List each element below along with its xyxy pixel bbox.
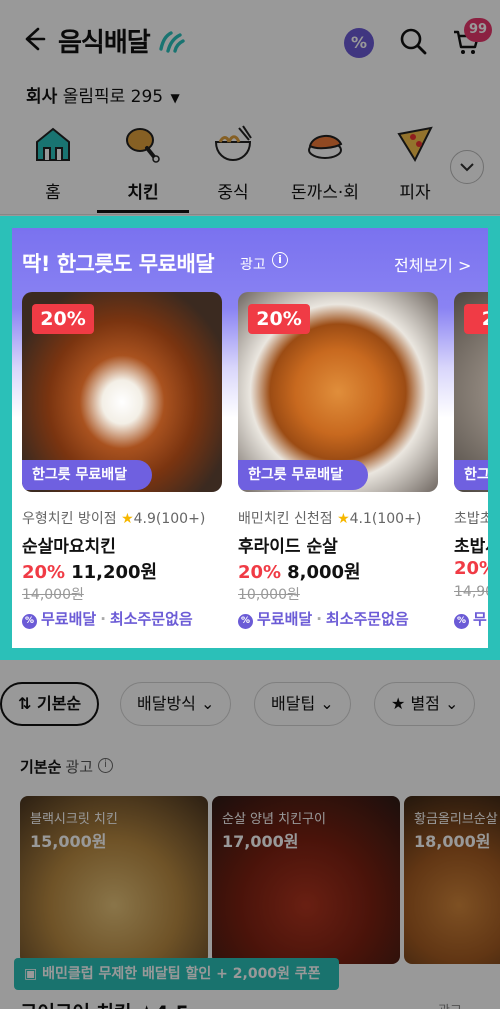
free-delivery-tag: 한그릇 무료배달 bbox=[238, 460, 368, 490]
category-tabs: 홈 치킨 중식 돈까스·회 피자 bbox=[0, 118, 500, 216]
store-info: 우형치킨 방이점 ★4.9(100+) bbox=[22, 511, 206, 527]
tab-chinese[interactable]: 중식 bbox=[188, 118, 278, 216]
star-icon: ★ bbox=[121, 511, 134, 527]
discount-badge-icon[interactable]: % bbox=[344, 28, 374, 58]
more-categories-button[interactable] bbox=[450, 150, 484, 184]
food-image: 20% 한그릇 무료배달 bbox=[22, 292, 222, 492]
chicken-icon bbox=[126, 128, 160, 163]
noodle-icon bbox=[214, 125, 252, 162]
address-label: 회사 bbox=[26, 87, 58, 107]
delivery-method-chip[interactable]: 배달방식 ⌄ bbox=[120, 682, 232, 726]
filter-bar: ⇅ 기본순 배달방식 ⌄ 배달팁 ⌄ ★ 별점 ⌄ bbox=[0, 682, 500, 728]
view-all-link[interactable]: 전체보기 > bbox=[394, 252, 471, 276]
delivery-tags: % 무료배달 · 최소주문없음 bbox=[238, 608, 409, 629]
top-bar: 음식배달 % 99 bbox=[0, 0, 500, 72]
food-image: 20 한그 bbox=[454, 292, 488, 492]
chevron-down-icon bbox=[460, 163, 474, 172]
title-logo-icon bbox=[150, 28, 186, 58]
highlight-frame: 딱! 한그릇도 무료배달 광고 i 전체보기 > 20% 한그릇 무료배달 우형… bbox=[0, 216, 500, 660]
caret-down-icon: ▼ bbox=[170, 91, 180, 105]
tab-label: 홈 bbox=[45, 183, 61, 203]
info-icon[interactable]: i bbox=[272, 252, 288, 268]
price: 20% 11,200원 bbox=[22, 562, 158, 583]
menu-name: 초밥세 bbox=[454, 537, 488, 557]
delivery-tags: % 무료배달 · 최소주문없음 bbox=[22, 608, 193, 629]
delivery-tags: % 무 bbox=[454, 608, 487, 629]
free-delivery-tag: 한그 bbox=[454, 460, 488, 490]
star-icon: ★ bbox=[337, 511, 350, 527]
chevron-down-icon: ⌄ bbox=[200, 694, 215, 713]
info-icon[interactable]: i bbox=[98, 758, 113, 773]
list-section-label: 기본순 광고 bbox=[20, 758, 94, 776]
menu-name: 순살마요치킨 bbox=[22, 537, 116, 557]
ad-label: 광고 bbox=[240, 257, 266, 273]
ad-label: 광고 bbox=[438, 1000, 462, 1009]
chevron-down-icon: ⌄ bbox=[320, 694, 334, 713]
tab-cutlet-sashimi[interactable]: 돈까스·회 bbox=[280, 118, 370, 216]
discount-badge: 20% bbox=[248, 304, 310, 334]
deal-card[interactable]: 20% 한그릇 무료배달 배민치킨 신천점 ★4.1(100+) 후라이드 순살… bbox=[238, 292, 438, 632]
tab-label: 돈까스·회 bbox=[291, 183, 359, 203]
store-name[interactable]: 구어구어 치킨 ★4.5 bbox=[20, 998, 189, 1009]
tab-pizza[interactable]: 피자 bbox=[370, 118, 460, 216]
free-delivery-banner: 딱! 한그릇도 무료배달 광고 i 전체보기 > 20% 한그릇 무료배달 우형… bbox=[12, 228, 488, 648]
store-info: 배민치킨 신천점 ★4.1(100+) bbox=[238, 511, 422, 527]
sushi-icon bbox=[308, 135, 343, 159]
page-title: 음식배달 bbox=[58, 22, 186, 59]
deal-card[interactable]: 20% 한그릇 무료배달 우형치킨 방이점 ★4.9(100+) 순살마요치킨 … bbox=[22, 292, 222, 632]
cart-count-badge: 99 bbox=[464, 18, 492, 42]
discount-circle-icon: % bbox=[238, 614, 253, 629]
deal-card[interactable]: 20 한그 초밥초 초밥세 20% 14,90 %무 bbox=[454, 292, 488, 632]
menu-tile[interactable]: 순살 양념 치킨구이 17,000원 bbox=[212, 796, 400, 964]
store-info: 초밥초 bbox=[454, 511, 488, 527]
menu-tile[interactable]: 블랙시크릿 치킨 15,000원 bbox=[20, 796, 208, 964]
tab-label: 피자 bbox=[399, 183, 431, 203]
discount-circle-icon: % bbox=[22, 614, 37, 629]
price: 20% 8,000원 bbox=[238, 562, 361, 583]
original-price: 14,90 bbox=[454, 584, 488, 600]
menu-name: 후라이드 순살 bbox=[238, 537, 338, 557]
back-arrow-icon[interactable] bbox=[18, 24, 48, 54]
home-icon bbox=[36, 127, 70, 161]
banner-title: 딱! 한그릇도 무료배달 bbox=[22, 252, 215, 276]
original-price: 10,000원 bbox=[238, 587, 300, 603]
active-tab-indicator bbox=[97, 210, 189, 213]
discount-circle-icon: % bbox=[454, 614, 469, 629]
discount-badge: 20% bbox=[32, 304, 94, 334]
delivery-tip-chip[interactable]: 배달팁 ⌄ bbox=[254, 682, 351, 726]
tab-label: 치킨 bbox=[127, 183, 159, 203]
sort-default-chip[interactable]: ⇅ 기본순 bbox=[0, 682, 100, 726]
tab-label: 중식 bbox=[217, 183, 249, 203]
tab-divider bbox=[0, 214, 500, 215]
address-value: 올림픽로 295 bbox=[62, 87, 164, 107]
club-promo-banner[interactable]: ▣ 배민클럽 무제한 배달팁 할인 + 2,000원 쿠폰 bbox=[14, 958, 339, 990]
sort-icon: ⇅ bbox=[18, 694, 32, 713]
menu-tile[interactable]: 황금올리브순살 18,000원 bbox=[404, 796, 500, 964]
club-icon: ▣ bbox=[24, 966, 38, 982]
free-delivery-tag: 한그릇 무료배달 bbox=[22, 460, 152, 490]
address-selector[interactable]: 회사 올림픽로 295 ▼ bbox=[26, 82, 180, 107]
star-icon: ★ bbox=[391, 694, 406, 713]
original-price: 14,000원 bbox=[22, 587, 84, 603]
chevron-down-icon: ⌄ bbox=[444, 694, 459, 713]
discount-badge: 20 bbox=[464, 304, 488, 334]
pizza-icon bbox=[397, 126, 433, 163]
tab-home[interactable]: 홈 bbox=[8, 118, 98, 216]
search-icon[interactable] bbox=[398, 26, 428, 56]
price: 20% bbox=[454, 558, 488, 579]
food-image: 20% 한그릇 무료배달 bbox=[238, 292, 438, 492]
tab-chicken[interactable]: 치킨 bbox=[98, 118, 188, 216]
rating-chip[interactable]: ★ 별점 ⌄ bbox=[374, 682, 476, 726]
